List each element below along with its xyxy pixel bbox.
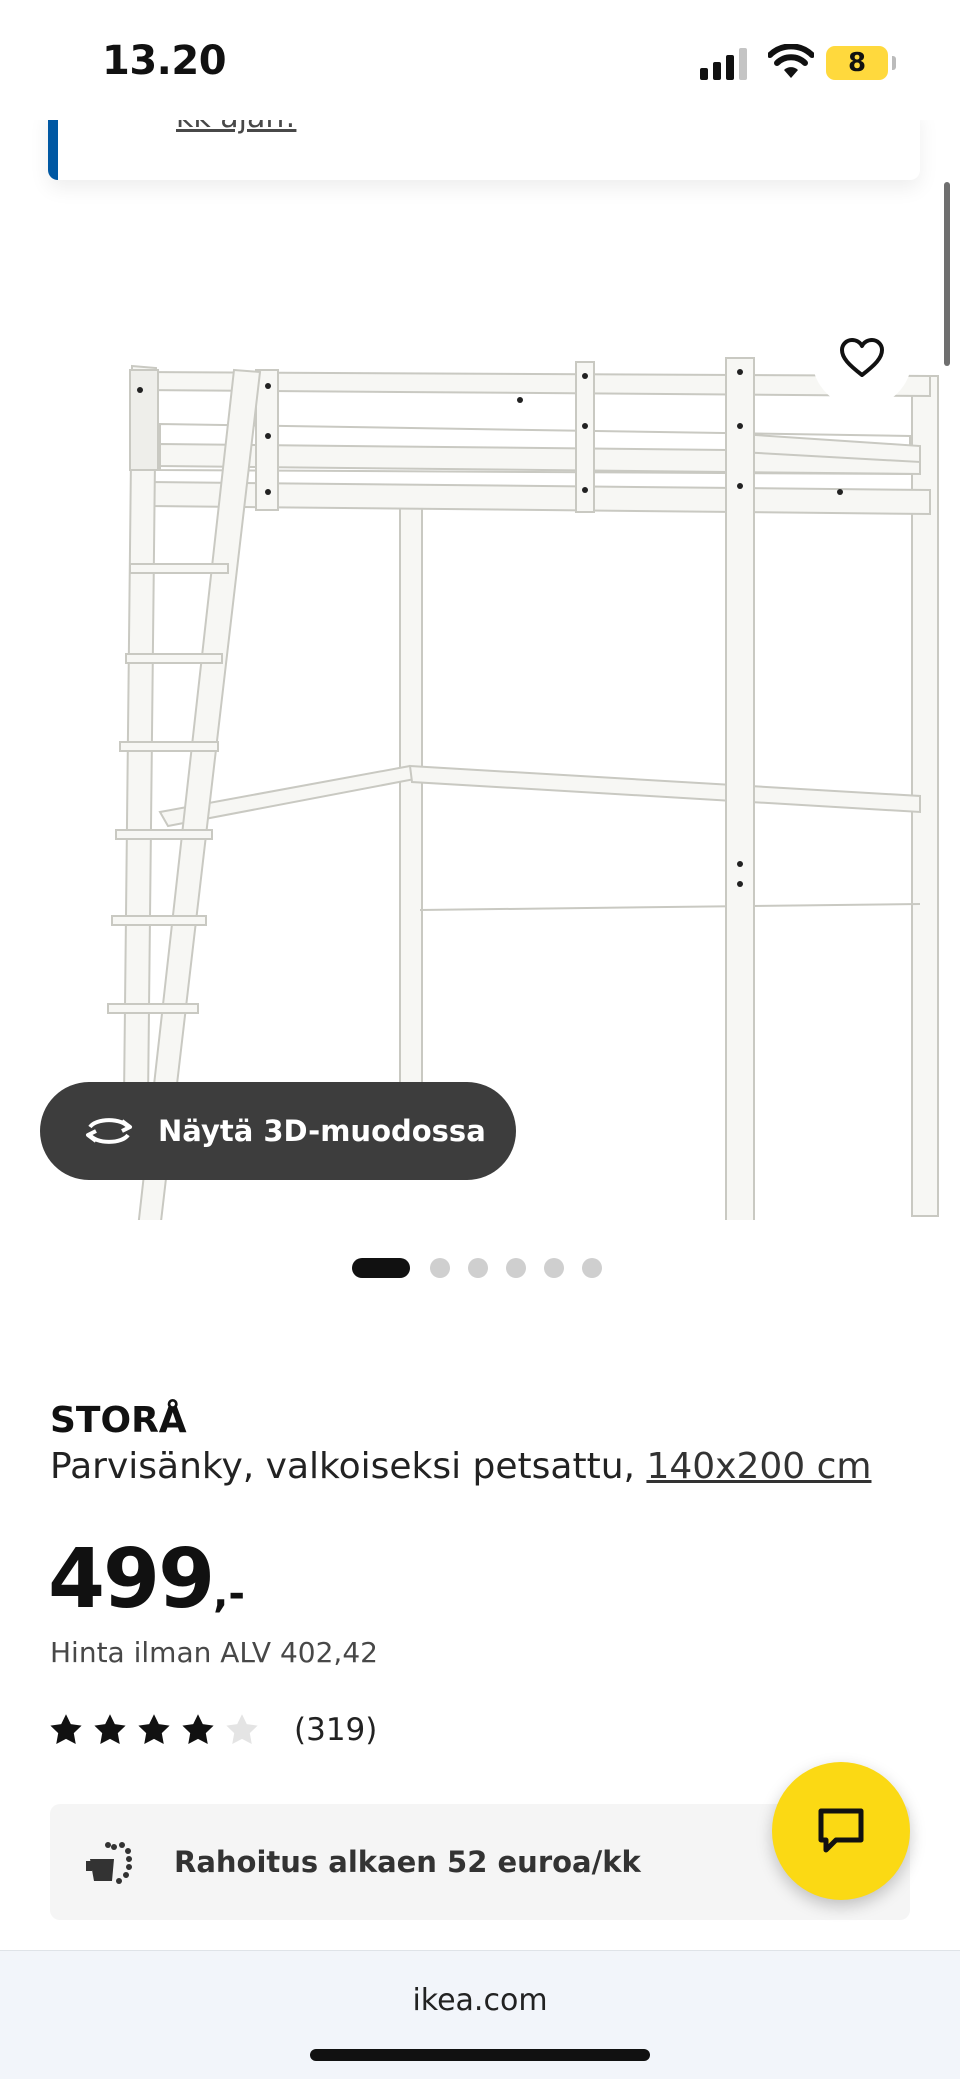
view-3d-label: Näytä 3D-muodossa	[158, 1114, 486, 1148]
financing-label: Rahoitus alkaen 52 euroa/kk	[174, 1845, 641, 1879]
view-3d-button[interactable]: Näytä 3D-muodossa	[40, 1082, 516, 1180]
status-bar: 13.20 8	[0, 0, 960, 120]
battery-level: 8	[847, 48, 867, 78]
star-filled-icon	[182, 1714, 214, 1744]
chat-icon	[818, 1808, 864, 1853]
wishlist-button[interactable]	[812, 308, 912, 408]
star-empty-icon	[226, 1714, 258, 1744]
review-count: (319)	[294, 1712, 378, 1748]
size-link[interactable]: 140x200 cm	[646, 1446, 871, 1487]
price: 499,-	[48, 1532, 245, 1627]
price-value: 499	[48, 1532, 215, 1627]
chat-button[interactable]	[772, 1762, 910, 1900]
wifi-icon	[768, 44, 814, 78]
product-name: STORÅ	[50, 1400, 187, 1441]
heart-icon	[840, 338, 884, 377]
financing-piggy-icon	[86, 1842, 132, 1884]
star-filled-icon	[50, 1714, 82, 1744]
carousel-dot-2[interactable]	[430, 1258, 450, 1278]
battery-icon: 8	[826, 46, 896, 80]
cellular-signal-icon	[700, 48, 747, 80]
carousel-dot-5[interactable]	[544, 1258, 564, 1278]
carousel-dot-1[interactable]	[352, 1258, 410, 1278]
star-filled-icon	[138, 1714, 170, 1744]
carousel-dot-3[interactable]	[468, 1258, 488, 1278]
scroll-indicator[interactable]	[944, 182, 950, 366]
rating-row[interactable]: (319)	[48, 1712, 377, 1748]
carousel-dots	[352, 1258, 602, 1278]
product-description: Parvisänky, valkoiseksi petsattu, 140x20…	[50, 1446, 871, 1487]
browser-address-bar[interactable]: ikea.com	[0, 1950, 960, 2079]
rotate-3d-icon	[86, 1118, 132, 1144]
price-suffix: ,-	[213, 1571, 245, 1617]
status-time: 13.20	[102, 38, 227, 84]
carousel-dot-4[interactable]	[506, 1258, 526, 1278]
star-filled-icon	[94, 1714, 126, 1744]
carousel-dot-6[interactable]	[582, 1258, 602, 1278]
url-label[interactable]: ikea.com	[0, 1983, 960, 2018]
home-indicator	[310, 2049, 650, 2061]
price-excluding-vat: Hinta ilman ALV 402,42	[50, 1636, 378, 1669]
product-description-text: Parvisänky, valkoiseksi petsattu,	[50, 1446, 647, 1487]
